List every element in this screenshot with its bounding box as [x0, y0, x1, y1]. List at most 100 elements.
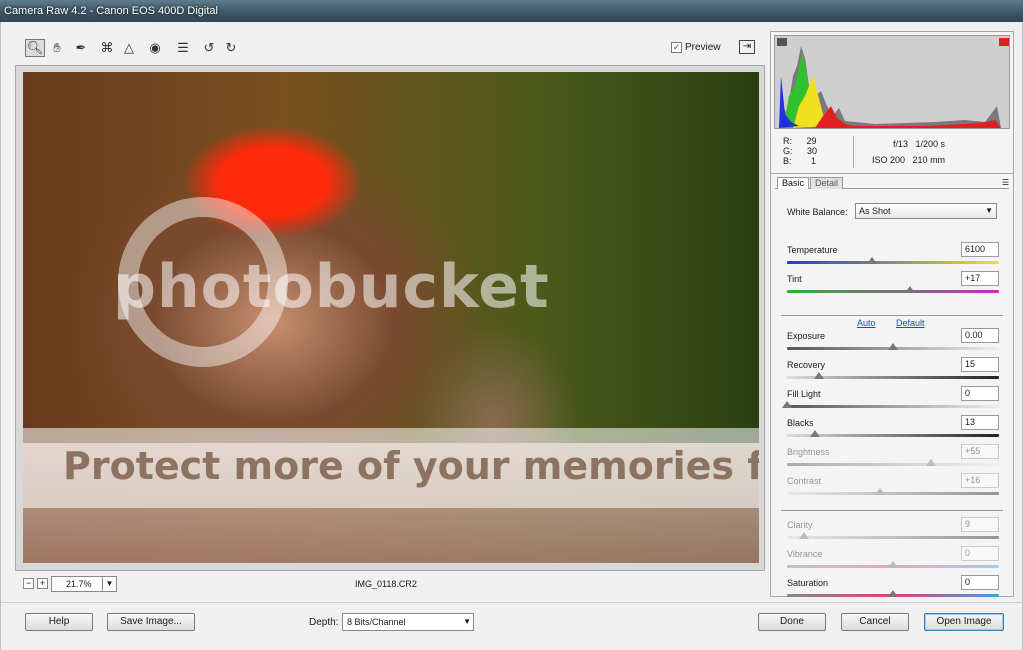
adjustment-panel: R: 29 G: 30 B: 1 f/13 1/200 s ISO 200 21… — [770, 31, 1014, 597]
temperature-input[interactable]: 6100 — [961, 242, 999, 257]
temperature-slider-row: Temperature 6100 — [787, 242, 999, 268]
brightness-slider-thumb[interactable] — [926, 459, 937, 466]
histogram — [774, 35, 1010, 129]
recovery-slider-thumb[interactable] — [813, 372, 824, 379]
rgb-readout: R: 29 G: 30 B: 1 — [783, 136, 817, 166]
done-button[interactable]: Done — [758, 613, 826, 631]
save-image-button[interactable]: Save Image... — [107, 613, 195, 631]
b-value: 1 — [811, 156, 817, 166]
zoom-level-select[interactable]: 21.7% ▼ — [51, 576, 117, 592]
contrast-track[interactable] — [787, 492, 999, 495]
watermark-tagline: Protect more of your memories for less! — [63, 444, 759, 488]
vibrance-input[interactable]: 0 — [961, 546, 999, 561]
auto-link[interactable]: Auto — [857, 318, 876, 328]
clarity-track[interactable] — [787, 536, 999, 539]
zoom-icon[interactable]: 🔍︎ — [25, 39, 45, 57]
hand-icon[interactable]: ✋︎ — [47, 39, 67, 57]
focal-value: 210 mm — [912, 155, 946, 165]
vibrance-slider-row: Vibrance 0 — [787, 546, 999, 572]
exposure-slider-thumb[interactable] — [888, 343, 898, 350]
clarity-input[interactable]: 9 — [961, 517, 999, 532]
recovery-input[interactable]: 15 — [961, 357, 999, 372]
shutter-value: 1/200 s — [915, 139, 946, 149]
cancel-button[interactable]: Cancel — [841, 613, 909, 631]
crop-icon[interactable]: ⌘ — [97, 39, 117, 57]
info-readout: R: 29 G: 30 B: 1 f/13 1/200 s ISO 200 21… — [771, 130, 1013, 174]
blacks-slider-thumb[interactable] — [809, 430, 820, 437]
zoom-out-button[interactable]: − — [23, 578, 34, 589]
fill-light-track[interactable] — [787, 405, 999, 408]
blacks-label: Blacks — [787, 418, 814, 428]
saturation-label: Saturation — [787, 578, 829, 588]
clarity-slider-thumb[interactable] — [798, 532, 809, 539]
temperature-slider-thumb[interactable] — [866, 257, 877, 264]
zoom-in-button[interactable]: + — [37, 578, 48, 589]
blacks-input[interactable]: 13 — [961, 415, 999, 430]
tab-basic[interactable]: Basic — [777, 177, 810, 189]
brightness-slider-row: Brightness +55 — [787, 444, 999, 470]
saturation-slider-thumb[interactable] — [888, 590, 898, 597]
chevron-down-icon: ▼ — [102, 577, 116, 591]
brightness-input[interactable]: +55 — [961, 444, 999, 459]
contrast-input[interactable]: +16 — [961, 473, 999, 488]
depth-value: 8 Bits/Channel — [347, 617, 406, 627]
rotate-left-icon[interactable]: ↺ — [199, 39, 219, 57]
depth-select[interactable]: 8 Bits/Channel ▼ — [342, 613, 474, 631]
preferences-icon[interactable]: ☰ — [173, 39, 193, 57]
default-link[interactable]: Default — [896, 318, 925, 328]
r-value: 29 — [806, 136, 817, 146]
exposure-label: Exposure — [787, 331, 826, 341]
checkmark-icon: ✓ — [671, 42, 682, 53]
vibrance-label: Vibrance — [787, 549, 823, 559]
watermark-logo: photobucket — [113, 252, 550, 322]
panel-menu-icon[interactable]: ☰ — [1002, 178, 1009, 187]
zoom-bar: − + 21.7% ▼ IMG_0118.CR2 — [15, 575, 765, 595]
chevron-down-icon: ▼ — [985, 206, 993, 215]
tab-detail[interactable]: Detail — [810, 177, 844, 189]
exposure-input[interactable]: 0.00 — [961, 328, 999, 343]
help-button[interactable]: Help — [25, 613, 93, 631]
white-balance-icon[interactable]: ✒ — [71, 39, 91, 57]
section-divider — [781, 315, 1003, 316]
fill-light-input[interactable]: 0 — [961, 386, 999, 401]
window-title: Camera Raw 4.2 - Canon EOS 400D Digital — [4, 5, 218, 17]
fullscreen-icon[interactable]: ⇥ — [739, 40, 755, 54]
white-balance-value: As Shot — [859, 206, 891, 216]
temperature-track[interactable] — [787, 261, 999, 264]
image-preview-area[interactable]: photobucket Protect more of your memorie… — [15, 65, 765, 571]
g-value: 30 — [807, 146, 818, 156]
tint-label: Tint — [787, 274, 802, 284]
g-label: G: — [783, 146, 793, 156]
title-bar: Camera Raw 4.2 - Canon EOS 400D Digital — [0, 0, 1023, 22]
exif-readout: f/13 1/200 s ISO 200 210 mm — [853, 136, 973, 168]
fill-light-slider-thumb[interactable] — [782, 401, 792, 408]
open-image-button[interactable]: Open Image — [924, 613, 1004, 631]
histogram-graph — [775, 36, 1009, 128]
straighten-icon[interactable]: △ — [119, 39, 139, 57]
toolbar: 🔍︎ ✋︎ ✒ ⌘ △ ◉ ☰ ↺ ↻ ✓ Preview ⇥ — [15, 35, 765, 63]
r-label: R: — [783, 136, 792, 146]
white-balance-select[interactable]: As Shot ▼ — [855, 203, 997, 219]
clarity-label: Clarity — [787, 520, 813, 530]
preview-checkbox[interactable]: ✓ Preview — [671, 42, 721, 53]
white-balance-label: White Balance: — [787, 207, 848, 217]
red-eye-icon[interactable]: ◉ — [145, 39, 165, 57]
contrast-label: Contrast — [787, 476, 822, 486]
tint-slider-thumb[interactable] — [904, 286, 915, 293]
contrast-slider-row: Contrast +16 — [787, 473, 999, 499]
contrast-slider-thumb[interactable] — [875, 488, 886, 495]
brightness-label: Brightness — [787, 447, 830, 457]
photo-preview: photobucket Protect more of your memorie… — [23, 72, 759, 563]
highlight-clipping-warning-icon[interactable] — [999, 38, 1009, 46]
shadow-clipping-warning-icon[interactable] — [777, 38, 787, 46]
tint-input[interactable]: +17 — [961, 271, 999, 286]
vibrance-slider-thumb[interactable] — [888, 561, 898, 568]
tint-slider-row: Tint +17 — [787, 271, 999, 297]
brightness-track[interactable] — [787, 463, 999, 466]
preview-label: Preview — [685, 42, 721, 53]
filename-label: IMG_0118.CR2 — [355, 579, 417, 589]
tint-track[interactable] — [787, 290, 999, 293]
clarity-slider-row: Clarity 9 — [787, 517, 999, 543]
rotate-right-icon[interactable]: ↻ — [221, 39, 241, 57]
saturation-input[interactable]: 0 — [961, 575, 999, 590]
